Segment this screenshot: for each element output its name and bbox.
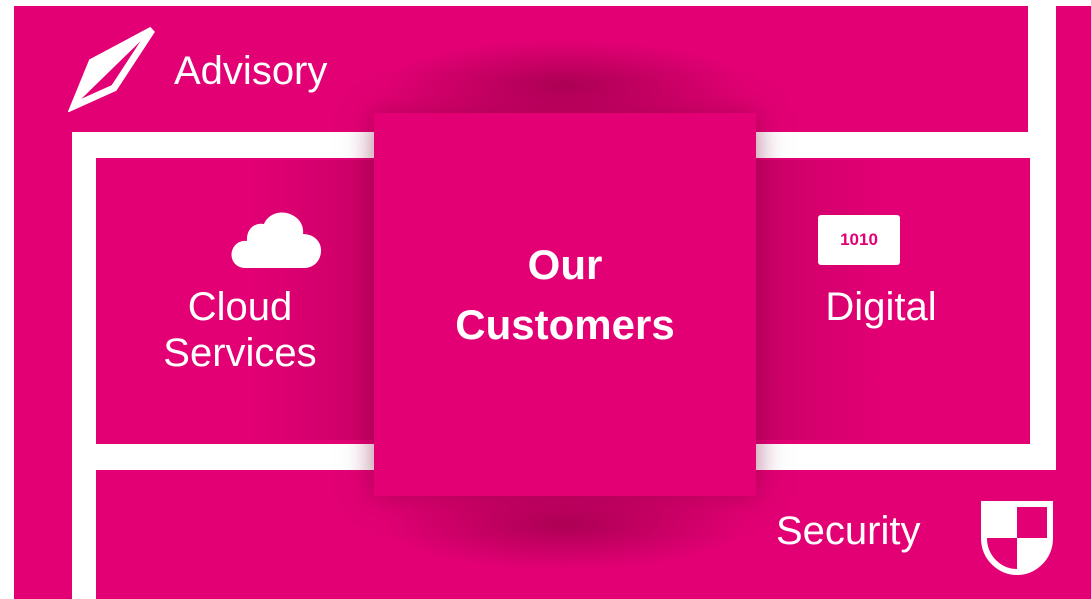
binary-icon: 1010: [818, 215, 900, 265]
our-customers-line2: Customers: [455, 300, 675, 348]
digital-label: Digital: [825, 285, 937, 329]
binary-icon-text: 1010: [840, 230, 878, 249]
services-diagram: Advisory Cloud Services Our Customers 10…: [0, 0, 1091, 599]
our-customers-title: Our Customers: [455, 235, 674, 355]
cloud-icon: [231, 212, 322, 268]
security-label: Security: [776, 509, 921, 553]
compass-icon: [68, 26, 155, 112]
our-customers-line1: Our: [527, 240, 603, 288]
advisory-label: Advisory: [174, 49, 328, 93]
cloud-services-label: Cloud Services: [140, 284, 340, 376]
advisory-left-column: [14, 6, 72, 599]
cloud-services-line1: Cloud: [187, 285, 293, 329]
security-right-column: [1056, 6, 1091, 599]
cloud-services-line2: Services: [163, 331, 317, 375]
shield-icon: [981, 501, 1053, 576]
our-customers-card: Our Customers: [374, 113, 756, 496]
